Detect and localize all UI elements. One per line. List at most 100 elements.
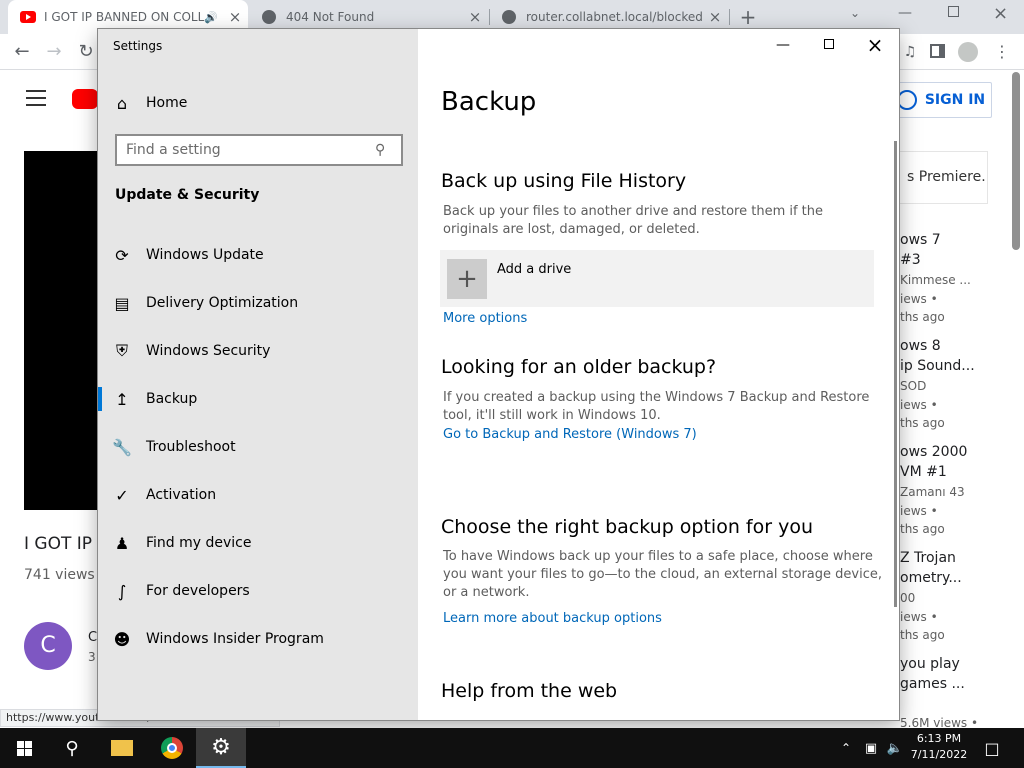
home-icon: ⌂ [116,93,128,113]
speaker-icon[interactable]: 🔊 [204,11,222,24]
globe-icon [502,10,516,24]
nav-label: Find my device [146,535,252,551]
chrome-icon[interactable] [148,728,196,768]
more-menu-icon[interactable]: ⋮ [988,34,1016,70]
sync-icon: ⟳ [115,245,129,265]
developer-icon: ∫ [117,581,127,601]
back-icon[interactable]: ← [8,34,36,70]
side-panel-icon[interactable] [930,44,945,58]
rec-views: iews • [900,398,938,412]
add-drive-button[interactable]: + Add a drive [440,250,874,307]
rec-title-2: ip Sound... [900,358,975,374]
nav-home[interactable]: ⌂ Home [98,79,418,127]
nav-label: Activation [146,487,217,503]
show-hidden-icons-icon[interactable]: ⌃ [836,728,856,768]
rec-title-2: games ... [900,676,965,692]
backup-restore-link[interactable]: Go to Backup and Restore (Windows 7) [443,427,697,442]
rec-item[interactable]: ows 7 #3 Kimmese ... iews • ths ago [900,230,1010,326]
search-placeholder: Find a setting [126,142,221,158]
check-circle-icon: ✓ [115,485,129,505]
close-tab-icon[interactable]: × [702,8,728,26]
rec-title-1: you play [900,656,960,672]
page-scrollbar[interactable] [1012,72,1020,250]
nav-label: Home [146,95,188,111]
file-explorer-icon[interactable] [98,728,146,768]
rec-channel: SOD [900,379,927,393]
close-button[interactable]: × [852,29,898,61]
reload-icon[interactable]: ↻ [72,34,100,70]
hamburger-menu-icon[interactable] [26,90,46,106]
tab-title: 404 Not Found [286,10,375,24]
network-icon[interactable]: ▣ [860,728,882,768]
video-views: 741 views • [24,567,108,583]
new-tab-icon[interactable]: + [736,4,760,30]
tab-search-chevron-icon[interactable]: ⌄ [850,6,860,20]
settings-content: — × Backup Back up using File History Ba… [418,29,899,720]
minimize-button[interactable]: — [760,29,806,61]
rec-title-2: VM #1 [900,464,947,480]
rec-views: iews • [900,504,938,518]
shield-icon: ⛨ [115,341,128,360]
nav-troubleshoot[interactable]: 🔧 Troubleshoot [98,423,418,471]
rec-title-2: #3 [900,252,921,268]
time-text: 6:13 PM [916,732,962,745]
restore-icon[interactable] [948,6,959,17]
rec-item[interactable]: ows 8 ip Sound... SOD iews • ths ago [900,336,1010,432]
search-taskbar-icon[interactable]: ⚲ [48,728,96,768]
rec-title-1: ows 8 [900,338,941,354]
rec-item[interactable]: Z Trojan ometry... 00 iews • ths ago [900,548,1010,644]
close-tab-icon[interactable]: × [462,8,488,26]
channel-avatar[interactable]: C [24,622,72,670]
learn-more-link[interactable]: Learn more about backup options [443,611,662,626]
forward-icon[interactable]: → [40,34,68,70]
close-window-icon[interactable]: × [993,3,1008,24]
rec-title-1: ows 2000 [900,444,968,460]
globe-icon [262,10,276,24]
minimize-icon[interactable]: — [898,5,912,21]
person-pin-icon: ♟ [114,533,130,553]
volume-icon[interactable]: 🔈 [884,728,906,768]
notification-icon[interactable]: □ [978,728,1006,768]
video-player[interactable] [24,151,100,510]
content-scrollbar[interactable] [894,141,897,607]
add-drive-label: Add a drive [497,262,572,277]
rec-age: ths ago [900,310,945,324]
settings-window: Settings ⌂ Home Find a setting ⚲ Update … [98,29,899,720]
media-icon[interactable]: ♫ [896,34,924,70]
close-tab-icon[interactable]: × [222,8,248,26]
search-input[interactable]: Find a setting ⚲ [115,134,403,166]
youtube-logo[interactable] [72,89,98,109]
nav-label: Troubleshoot [146,439,236,455]
search-icon[interactable]: ⚲ [375,142,401,158]
more-options-link[interactable]: More options [443,311,527,326]
premiere-notice: s Premiere. [890,151,988,204]
settings-taskbar-icon[interactable]: ⚙ [196,728,246,768]
sub-count: 3 [88,650,96,664]
profile-avatar-icon[interactable] [958,42,978,62]
nav-windows-insider[interactable]: ☻ Windows Insider Program [98,615,418,663]
clock[interactable]: 6:13 PM 7/11/2022 [906,731,972,763]
choose-backup-desc: To have Windows back up your files to a … [443,549,882,600]
older-backup-heading: Looking for an older backup? [441,356,717,378]
rec-item[interactable]: ows 2000 VM #1 Zamanı 43 iews • ths ago [900,442,1010,538]
nav-find-my-device[interactable]: ♟ Find my device [98,519,418,567]
channel-name[interactable]: C [88,630,97,645]
nav-for-developers[interactable]: ∫ For developers [98,567,418,615]
nav-windows-security[interactable]: ⛨ Windows Security [98,327,418,375]
file-history-desc: Back up your files to another drive and … [443,204,824,237]
rec-views: iews • [900,292,938,306]
nav-label: Delivery Optimization [146,295,299,311]
nav-label: Windows Insider Program [146,631,324,647]
start-button[interactable] [0,728,48,768]
sign-in-button[interactable]: SIGN IN [890,82,992,118]
nav-backup[interactable]: ↥ Backup [98,375,418,423]
rec-item[interactable]: you play games ... 5.6M views • [900,654,1010,732]
section-heading: Update & Security [115,187,260,203]
nav-windows-update[interactable]: ⟳ Windows Update [98,231,418,279]
plus-icon: + [447,259,487,299]
windows-logo-icon [16,740,32,756]
maximize-button[interactable] [806,29,852,61]
nav-delivery-optimization[interactable]: ▤ Delivery Optimization [98,279,418,327]
nav-activation[interactable]: ✓ Activation [98,471,418,519]
nav-label: Windows Security [146,343,271,359]
